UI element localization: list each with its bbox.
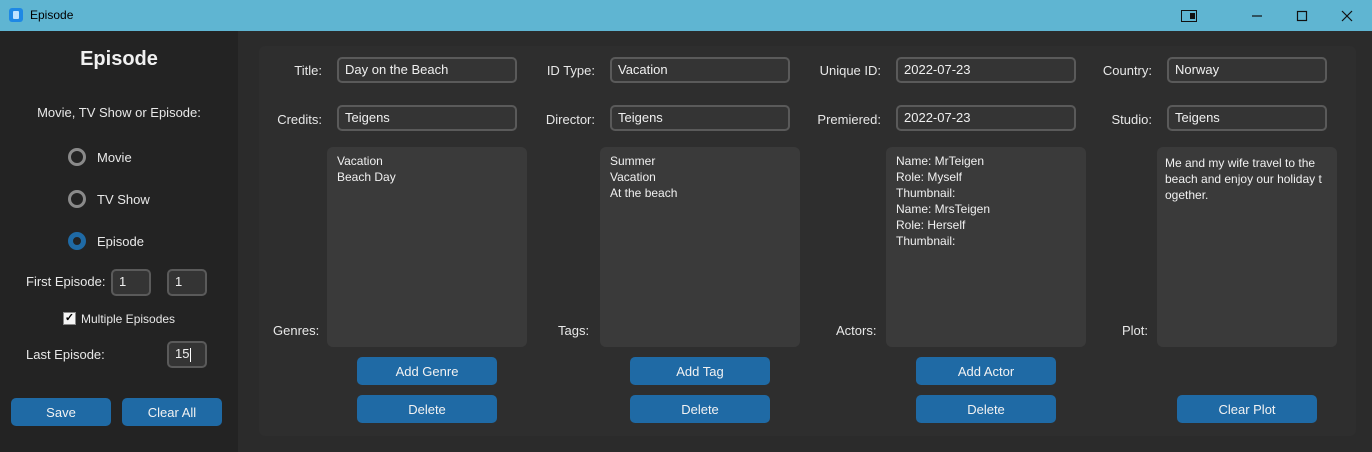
plot-line: beach and enjoy our holiday t <box>1165 172 1322 186</box>
list-item: Vacation <box>337 154 383 168</box>
director-input[interactable]: Teigens <box>610 105 790 131</box>
title-label: Title: <box>294 63 322 78</box>
radio-movie[interactable] <box>68 148 86 166</box>
clear-plot-button[interactable]: Clear Plot <box>1177 395 1317 423</box>
unique-id-input[interactable]: 2022-07-23 <box>896 57 1076 83</box>
genres-label: Genres: <box>273 323 320 338</box>
last-episode-input[interactable]: 15 <box>167 341 207 368</box>
title-input[interactable]: Day on the Beach <box>337 57 517 83</box>
actors-list[interactable]: Name: MrTeigen Role: Myself Thumbnail: N… <box>886 147 1086 347</box>
radio-episode-label: Episode <box>97 234 144 249</box>
first-episode-season-input[interactable]: 1 <box>111 269 151 296</box>
radio-episode[interactable] <box>68 232 86 250</box>
list-item: Name: MrsTeigen <box>896 202 991 216</box>
radio-movie-label: Movie <box>97 150 132 165</box>
country-input[interactable]: Norway <box>1167 57 1327 83</box>
delete-actor-button[interactable]: Delete <box>916 395 1056 423</box>
window-title: Episode <box>30 8 74 22</box>
snap-layout-icon[interactable] <box>1166 0 1212 31</box>
multiple-episodes-label: Multiple Episodes <box>81 312 176 326</box>
premiered-label: Premiered: <box>817 112 881 127</box>
list-item: Role: Herself <box>896 218 966 232</box>
list-item: At the beach <box>610 186 678 200</box>
first-episode-label: First Episode: <box>26 274 106 289</box>
credits-label: Credits: <box>277 112 322 127</box>
radio-tv-show[interactable] <box>68 190 86 208</box>
studio-input[interactable]: Teigens <box>1167 105 1327 131</box>
actors-label: Actors: <box>836 323 877 338</box>
clear-all-button[interactable]: Clear All <box>122 398 222 426</box>
sidebar-heading: Episode <box>80 48 158 70</box>
id-type-input[interactable]: Vacation <box>610 57 790 83</box>
app-icon <box>9 8 23 22</box>
list-item: Role: Myself <box>896 170 963 184</box>
add-genre-button[interactable]: Add Genre <box>357 357 497 385</box>
delete-tag-button[interactable]: Delete <box>630 395 770 423</box>
list-item: Vacation <box>610 170 656 184</box>
multiple-episodes-checkbox[interactable]: ✓ <box>63 312 76 325</box>
list-item: Thumbnail: <box>896 186 956 200</box>
type-question-label: Movie, TV Show or Episode: <box>37 105 201 120</box>
tags-label: Tags: <box>558 323 590 338</box>
tags-list[interactable]: Summer Vacation At the beach <box>600 147 800 347</box>
list-item: Thumbnail: <box>896 234 956 248</box>
plot-textarea[interactable]: Me and my wife travel to the beach and e… <box>1157 147 1337 347</box>
radio-tv-show-label: TV Show <box>97 192 150 207</box>
close-button[interactable] <box>1324 0 1370 31</box>
minimize-button[interactable] <box>1234 0 1280 31</box>
credits-input[interactable]: Teigens <box>337 105 517 131</box>
director-label: Director: <box>545 112 595 127</box>
plot-line: ogether. <box>1165 188 1209 202</box>
plot-line: Me and my wife travel to the <box>1165 156 1316 170</box>
maximize-button[interactable] <box>1279 0 1325 31</box>
title-bar: Episode <box>0 0 1372 31</box>
add-tag-button[interactable]: Add Tag <box>630 357 770 385</box>
list-item: Summer <box>610 154 656 168</box>
unique-id-label: Unique ID: <box>819 63 881 78</box>
delete-genre-button[interactable]: Delete <box>357 395 497 423</box>
premiered-input[interactable]: 2022-07-23 <box>896 105 1076 131</box>
studio-label: Studio: <box>1111 112 1152 127</box>
list-item: Beach Day <box>337 170 396 184</box>
country-label: Country: <box>1102 63 1152 78</box>
plot-label: Plot: <box>1122 323 1149 338</box>
genres-list[interactable]: Vacation Beach Day <box>327 147 527 347</box>
last-episode-label: Last Episode: <box>26 347 105 362</box>
id-type-label: ID Type: <box>546 63 595 78</box>
list-item: Name: MrTeigen <box>896 154 985 168</box>
save-button[interactable]: Save <box>11 398 111 426</box>
first-episode-number-input[interactable]: 1 <box>167 269 207 296</box>
last-episode-value: 15 <box>175 346 190 361</box>
add-actor-button[interactable]: Add Actor <box>916 357 1056 385</box>
